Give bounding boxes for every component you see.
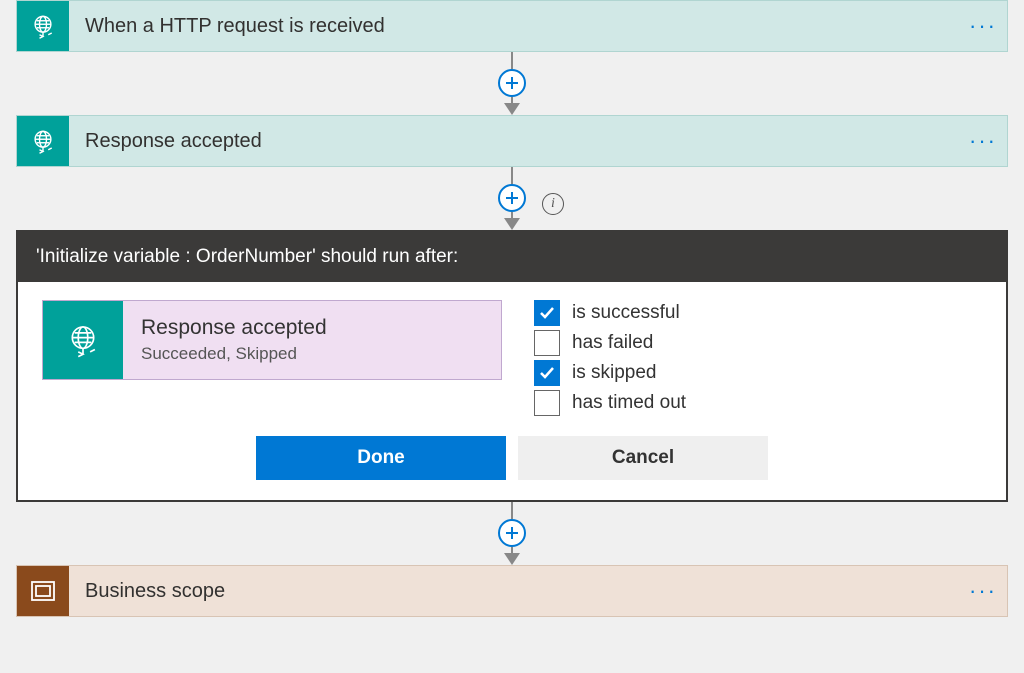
action-menu-button[interactable]: ··· (959, 116, 1007, 166)
action-card-response[interactable]: Response accepted ··· (16, 115, 1008, 167)
action-card-scope[interactable]: Business scope ··· (16, 565, 1008, 617)
action-title: When a HTTP request is received (69, 1, 1007, 51)
checkbox-has-timed-out[interactable] (534, 390, 560, 416)
ellipsis-icon: ··· (969, 128, 997, 154)
predecessor-status: Succeeded, Skipped (141, 344, 483, 364)
http-globe-icon (17, 1, 69, 51)
action-title: Response accepted (69, 116, 1007, 166)
predecessor-name: Response accepted (141, 316, 483, 340)
check-icon (538, 364, 556, 382)
info-icon[interactable]: i (542, 193, 564, 215)
connector: i (0, 167, 1024, 230)
ellipsis-icon: ··· (969, 578, 997, 604)
action-card-trigger[interactable]: When a HTTP request is received ··· (16, 0, 1008, 52)
add-step-button[interactable] (498, 69, 526, 97)
scope-icon (17, 566, 69, 616)
run-after-panel: 'Initialize variable : OrderNumber' shou… (16, 230, 1008, 502)
action-menu-button[interactable]: ··· (959, 1, 1007, 51)
cancel-button[interactable]: Cancel (518, 436, 768, 480)
check-icon (538, 304, 556, 322)
predecessor-card[interactable]: Response accepted Succeeded, Skipped (42, 300, 502, 380)
run-after-options: is successful has failed is skipped (534, 300, 686, 416)
connector (0, 52, 1024, 115)
action-menu-button[interactable]: ··· (959, 566, 1007, 616)
checkbox-label: is successful (572, 302, 680, 324)
checkbox-is-skipped[interactable] (534, 360, 560, 386)
arrow-down-icon (504, 218, 520, 230)
ellipsis-icon: ··· (969, 13, 997, 39)
connector (0, 502, 1024, 565)
http-globe-icon (43, 301, 123, 379)
plus-icon (505, 526, 519, 540)
checkbox-is-successful[interactable] (534, 300, 560, 326)
arrow-down-icon (504, 103, 520, 115)
checkbox-label: has timed out (572, 392, 686, 414)
done-button[interactable]: Done (256, 436, 506, 480)
run-after-header: 'Initialize variable : OrderNumber' shou… (18, 232, 1006, 282)
arrow-down-icon (504, 553, 520, 565)
add-step-button[interactable] (498, 184, 526, 212)
checkbox-has-failed[interactable] (534, 330, 560, 356)
checkbox-label: has failed (572, 332, 653, 354)
checkbox-label: is skipped (572, 362, 657, 384)
http-globe-icon (17, 116, 69, 166)
action-title: Business scope (69, 566, 1007, 616)
plus-icon (505, 76, 519, 90)
add-step-button[interactable] (498, 519, 526, 547)
plus-icon (505, 191, 519, 205)
